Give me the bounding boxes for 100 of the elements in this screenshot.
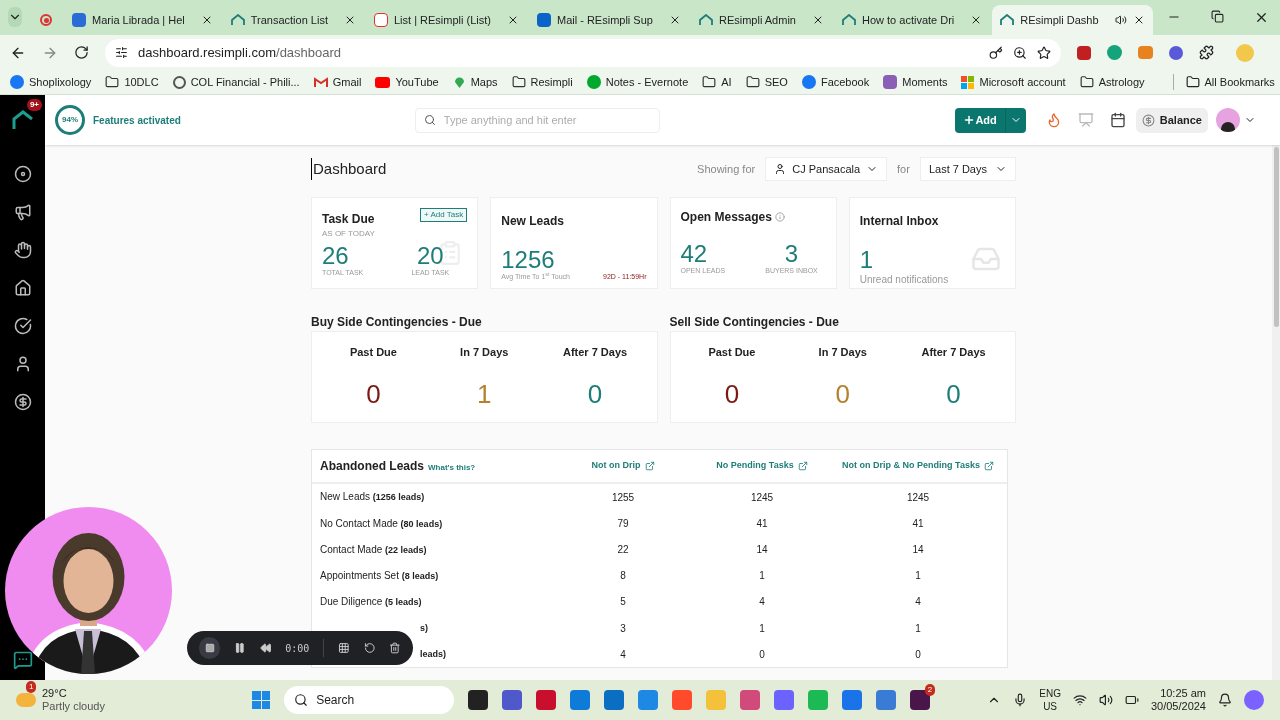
site-settings-icon (115, 46, 128, 59)
column-label: In 7 Days (460, 345, 509, 360)
grid-icon[interactable] (338, 642, 350, 654)
period-select[interactable]: Last 7 Days (919, 157, 1016, 181)
browser-tab[interactable]: Transaction List (222, 5, 364, 35)
table-cell-text: 1 (758, 621, 766, 636)
megaphone-icon[interactable] (13, 203, 32, 221)
card-title: Internal Inbox (859, 214, 939, 228)
bookmark-link[interactable]: AI (702, 73, 732, 91)
reload-icon[interactable] (74, 45, 89, 60)
browser-tab[interactable]: REsimpli Admin (690, 5, 832, 35)
bookmark-link[interactable]: 10DLC (105, 73, 159, 91)
start-icon[interactable] (252, 691, 271, 709)
region-text: US (1043, 700, 1058, 713)
extensions-icon[interactable] (1199, 45, 1214, 60)
column-header-link[interactable]: Not on Drip (552, 459, 694, 473)
grammar-extension-icon[interactable] (1107, 45, 1122, 60)
user-select[interactable]: CJ Pansacala (765, 157, 888, 181)
restore-icon[interactable] (1210, 10, 1224, 23)
microphone-icon[interactable] (1013, 693, 1028, 707)
tab-list-button[interactable] (8, 7, 22, 27)
home-icon[interactable] (13, 279, 32, 297)
bookmark-link[interactable]: SEO (745, 73, 788, 91)
bookmark-link[interactable]: YouTube (375, 73, 439, 91)
browser-tab[interactable]: REsimpli Dashb (992, 5, 1153, 35)
column-header-link[interactable]: No Pending Tasks (694, 459, 830, 473)
search-field[interactable]: Type anything and hit enter (414, 107, 660, 133)
stat-value: 20 (416, 244, 444, 268)
bookmark-link[interactable]: Notes - Evernote (586, 73, 689, 91)
target-icon[interactable] (13, 165, 32, 183)
stop-button[interactable] (199, 637, 221, 659)
browser-tab[interactable]: Maria Librada | Hel (64, 5, 221, 35)
bookmark-link[interactable]: Astrology (1079, 73, 1145, 91)
wifi-icon[interactable] (1072, 693, 1087, 707)
timer-text: 0:00 (285, 641, 310, 656)
bookmark-link[interactable]: Maps (452, 73, 498, 91)
bell-icon[interactable] (1218, 693, 1232, 707)
pdf-extension-icon[interactable] (1077, 45, 1091, 60)
gear-extension-icon[interactable] (1169, 45, 1183, 60)
tab-title: Mail - REsimpli Sup (556, 12, 654, 28)
browser-tab[interactable]: How to activate Dri (833, 5, 991, 35)
table-cell-text: 5 (619, 595, 627, 610)
count-value: 0 (835, 377, 850, 411)
close-icon[interactable] (344, 14, 356, 26)
app-icon[interactable] (468, 690, 489, 710)
table-cell-text: 3 (619, 621, 627, 636)
key-icon (989, 45, 1003, 60)
all-bookmarks-link[interactable]: All Bookmarks (1172, 73, 1275, 91)
chat-icon[interactable] (12, 650, 33, 670)
stat-value: 1 (859, 248, 874, 272)
add-task-button[interactable]: + Add Task (420, 208, 468, 222)
dollar-icon (1141, 113, 1155, 127)
undo-icon[interactable] (363, 642, 376, 654)
bookmark-link[interactable]: Shoplixology (10, 73, 92, 91)
user-icon (774, 163, 787, 175)
play-icon (375, 76, 391, 88)
address-bar[interactable]: dashboard.resimpli.com/dashboard (105, 38, 1061, 67)
avatar-icon[interactable] (1216, 108, 1240, 132)
dollar-icon[interactable] (13, 393, 32, 411)
browser-tab[interactable]: Mail - REsimpli Sup (528, 5, 689, 35)
stat-value: 3 (784, 242, 799, 266)
folder-icon (105, 75, 120, 89)
bookmark-link[interactable]: Resimpli (511, 73, 573, 91)
whats-this-link[interactable]: What's this? (428, 462, 476, 474)
external-link-icon (644, 461, 655, 471)
notification-badge: 2 (924, 684, 936, 696)
count-value: 1 (477, 377, 492, 411)
row-label: Contact Made (22 leads) (320, 543, 427, 555)
column-header-link[interactable]: Not on Drip & No Pending Tasks (830, 459, 1006, 473)
balance-button[interactable]: Balance (1135, 107, 1208, 133)
add-button[interactable]: Add (955, 107, 1026, 133)
trash-icon[interactable] (389, 642, 401, 654)
rewind-icon[interactable] (259, 642, 272, 654)
bookmark-link[interactable]: Gmail (313, 73, 362, 91)
tab-title: Maria Librada | Hel (92, 12, 186, 28)
calendar-icon[interactable] (1109, 112, 1126, 128)
check-circle-icon[interactable] (13, 317, 32, 335)
hand-icon[interactable] (13, 241, 32, 259)
house-logo-icon (698, 14, 713, 26)
search-input[interactable]: Type anything and hit enter (443, 111, 651, 129)
battery-icon[interactable] (1124, 693, 1139, 707)
features-link[interactable]: Features activated (93, 112, 181, 128)
row-label: leads) (420, 648, 446, 660)
copilot-icon[interactable] (1244, 690, 1264, 710)
mail-icon (536, 13, 551, 27)
bookmark-star-icon[interactable] (1037, 45, 1051, 60)
browser-tab[interactable]: List | REsimpli (List) (366, 5, 527, 35)
moments-icon (883, 75, 898, 89)
bookmark-link[interactable]: Facebook (801, 73, 870, 91)
bookmark-link[interactable]: Moments (883, 73, 948, 91)
stat-value: 1256 (501, 248, 555, 272)
card-title: Open Messages (680, 209, 772, 226)
pause-icon[interactable] (234, 642, 246, 654)
speaker-icon[interactable] (1098, 693, 1113, 707)
bookmark-link[interactable]: Microsoft account (961, 73, 1066, 91)
speaker-icon (1114, 14, 1127, 26)
taskbar-search[interactable]: Search (284, 686, 455, 714)
bookmark-link[interactable]: COL Financial - Phili... (172, 73, 300, 91)
app-icon[interactable] (910, 690, 931, 710)
folder-icon (1185, 75, 1200, 89)
